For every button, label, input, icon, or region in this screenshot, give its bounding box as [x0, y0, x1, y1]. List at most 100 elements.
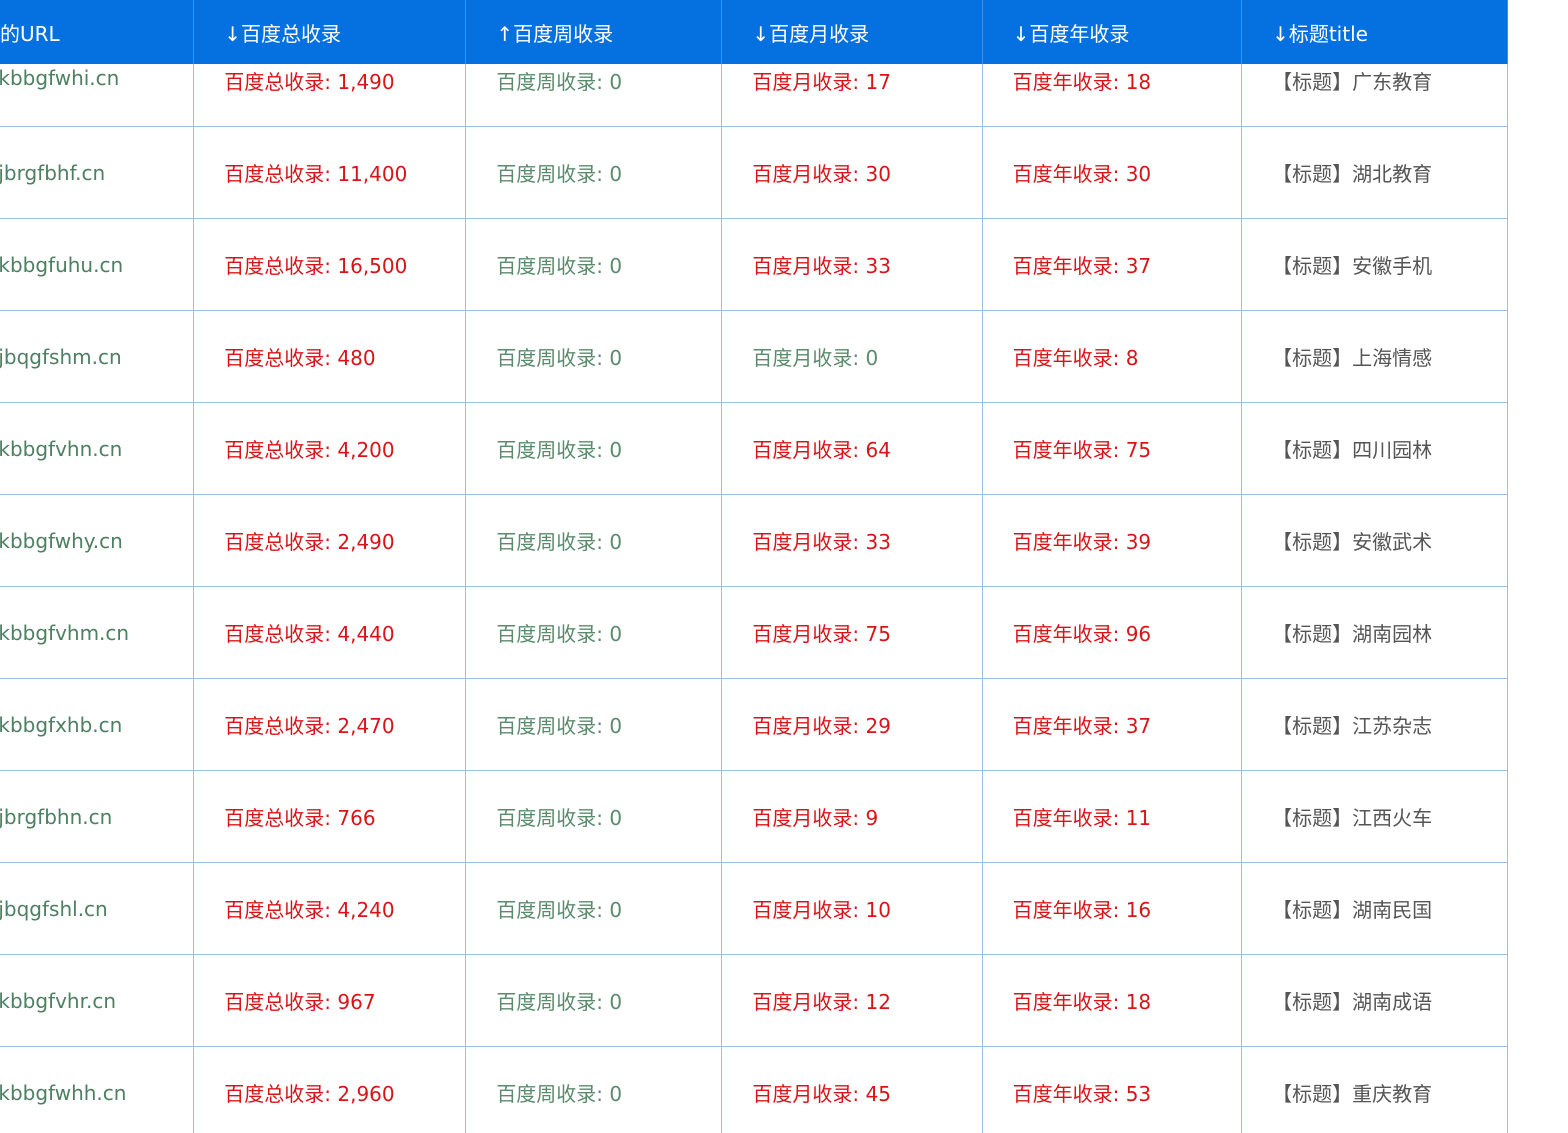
title-cell: 【标题】湖南民国 — [1241, 862, 1508, 955]
sort-header-month-index[interactable]: ↓百度月收录 — [721, 0, 983, 64]
week-index-cell: 百度周收录: 0 — [465, 126, 723, 219]
url-cell[interactable]: .jbrgfbhn.cn — [0, 770, 195, 863]
title-cell: 【标题】四川园林 — [1241, 402, 1508, 495]
week-index-cell-text: 百度周收录: 0 — [496, 806, 623, 830]
url-cell-text[interactable]: .kbbgfwhy.cn — [0, 529, 123, 553]
sort-header-title[interactable]: ↓标题title — [1241, 0, 1508, 64]
url-cell[interactable]: .kbbgfvhr.cn — [0, 954, 195, 1047]
month-index-cell: 百度月收录: 0 — [721, 310, 983, 403]
week-index-cell-text: 百度周收录: 0 — [496, 990, 623, 1014]
results-table: 的URL ↓百度总收录 ↑百度周收录 ↓百度月收录 ↓百度年收录 ↓标题titl… — [0, 0, 1508, 1133]
year-index-cell-text: 百度年收录: 30 — [1012, 162, 1152, 186]
week-index-cell-text: 百度周收录: 0 — [496, 622, 623, 646]
url-cell[interactable]: .kbbgfxhb.cn — [0, 678, 195, 771]
url-cell-text[interactable]: .jbqgfshm.cn — [0, 345, 122, 369]
title-cell: 【标题】江西火车 — [1241, 770, 1508, 863]
title-cell-text: 【标题】安徽手机 — [1272, 254, 1433, 278]
total-index-cell-text: 百度总收录: 967 — [224, 990, 376, 1014]
total-index-cell: 百度总收录: 766 — [193, 770, 467, 863]
week-index-cell: 百度周收录: 0 — [465, 954, 723, 1047]
url-cell[interactable]: .kbbgfwhi.cn — [0, 64, 195, 127]
month-index-cell: 百度月收录: 45 — [721, 1046, 983, 1133]
week-index-cell-text: 百度周收录: 0 — [496, 530, 623, 554]
sort-header-year-index[interactable]: ↓百度年收录 — [982, 0, 1243, 64]
total-index-cell: 百度总收录: 480 — [193, 310, 467, 403]
week-index-cell: 百度周收录: 0 — [465, 494, 723, 587]
year-index-cell: 百度年收录: 8 — [982, 310, 1243, 403]
url-cell[interactable]: .jbrgfbhf.cn — [0, 126, 195, 219]
title-cell-text: 【标题】安徽武术 — [1272, 530, 1433, 554]
year-index-cell-text: 百度年收录: 37 — [1012, 254, 1152, 278]
title-cell-text: 【标题】湖北教育 — [1272, 162, 1433, 186]
total-index-cell: 百度总收录: 2,490 — [193, 494, 467, 587]
url-cell-text[interactable]: .kbbgfxhb.cn — [0, 713, 122, 737]
sort-header-total-index[interactable]: ↓百度总收录 — [193, 0, 467, 64]
year-index-cell-text: 百度年收录: 18 — [1012, 990, 1152, 1014]
year-index-cell: 百度年收录: 37 — [982, 678, 1243, 771]
week-index-cell: 百度周收录: 0 — [465, 1046, 723, 1133]
url-cell-text[interactable]: .kbbgfvhm.cn — [0, 621, 129, 645]
month-index-cell: 百度月收录: 29 — [721, 678, 983, 771]
url-cell[interactable]: .kbbgfvhn.cn — [0, 402, 195, 495]
url-cell-text[interactable]: .jbrgfbhn.cn — [0, 805, 112, 829]
table-row: .jbqgfshm.cn 百度总收录: 480 百度周收录: 0 百度月收录: 0 百度… — [0, 310, 1508, 403]
week-index-cell: 百度周收录: 0 — [465, 862, 723, 955]
sort-header-week-index[interactable]: ↑百度周收录 — [465, 0, 723, 64]
year-index-cell: 百度年收录: 30 — [982, 126, 1243, 219]
table-row: .kbbgfvhr.cn 百度总收录: 967 百度周收录: 0 百度月收录: 12 百… — [0, 954, 1508, 1047]
title-cell: 【标题】湖南园林 — [1241, 586, 1508, 679]
week-index-cell-text: 百度周收录: 0 — [496, 346, 623, 370]
title-cell: 【标题】重庆教育 — [1241, 1046, 1508, 1133]
url-cell[interactable]: .kbbgfwhy.cn — [0, 494, 195, 587]
title-cell-text: 【标题】湖南民国 — [1272, 898, 1433, 922]
month-index-cell-text: 百度月收录: 64 — [752, 438, 891, 462]
total-index-cell: 百度总收录: 967 — [193, 954, 467, 1047]
url-cell-text[interactable]: .jbqgfshl.cn — [0, 897, 108, 921]
url-cell[interactable]: .kbbgfwhh.cn — [0, 1046, 195, 1133]
url-cell-text[interactable]: .kbbgfuhu.cn — [0, 253, 123, 277]
month-index-cell-text: 百度月收录: 33 — [752, 254, 891, 278]
month-index-cell-text: 百度月收录: 17 — [752, 70, 891, 94]
week-index-cell-text: 百度周收录: 0 — [496, 438, 623, 462]
year-index-cell: 百度年收录: 11 — [982, 770, 1243, 863]
year-index-cell: 百度年收录: 18 — [982, 954, 1243, 1047]
year-index-cell-text: 百度年收录: 37 — [1012, 714, 1152, 738]
title-cell-text: 【标题】重庆教育 — [1272, 1082, 1433, 1106]
url-cell-text[interactable]: .kbbgfwhh.cn — [0, 1081, 126, 1105]
total-index-cell-text: 百度总收录: 16,500 — [224, 254, 408, 278]
year-index-cell: 百度年收录: 39 — [982, 494, 1243, 587]
year-index-cell-text: 百度年收录: 8 — [1012, 346, 1139, 370]
month-index-cell-text: 百度月收录: 9 — [752, 806, 879, 830]
year-index-cell-text: 百度年收录: 96 — [1012, 622, 1152, 646]
total-index-cell-text: 百度总收录: 2,960 — [224, 1082, 395, 1106]
week-index-cell: 百度周收录: 0 — [465, 678, 723, 771]
total-index-cell-text: 百度总收录: 4,440 — [224, 622, 395, 646]
url-cell-text[interactable]: .kbbgfvhr.cn — [0, 989, 116, 1013]
table-row: .kbbgfuhu.cn 百度总收录: 16,500 百度周收录: 0 百度月收录: … — [0, 218, 1508, 311]
title-cell-text: 【标题】江苏杂志 — [1272, 714, 1433, 738]
table-body: .kbbgfwhi.cn 百度总收录: 1,490 百度周收录: 0 百度月收录: 1… — [0, 64, 1508, 1133]
total-index-cell-text: 百度总收录: 480 — [224, 346, 376, 370]
url-cell[interactable]: .kbbgfvhm.cn — [0, 586, 195, 679]
url-cell[interactable]: .jbqgfshm.cn — [0, 310, 195, 403]
week-index-cell: 百度周收录: 0 — [465, 64, 723, 127]
total-index-cell: 百度总收录: 16,500 — [193, 218, 467, 311]
week-index-cell-text: 百度周收录: 0 — [496, 162, 623, 186]
table-row: .kbbgfwhi.cn 百度总收录: 1,490 百度周收录: 0 百度月收录: 1… — [0, 64, 1508, 127]
results-table-viewport: 的URL ↓百度总收录 ↑百度周收录 ↓百度月收录 ↓百度年收录 ↓标题titl… — [0, 0, 1568, 1133]
month-index-cell: 百度月收录: 9 — [721, 770, 983, 863]
url-cell-text[interactable]: .jbrgfbhf.cn — [0, 161, 105, 185]
month-index-cell: 百度月收录: 30 — [721, 126, 983, 219]
url-cell-text[interactable]: .kbbgfvhn.cn — [0, 437, 122, 461]
week-index-cell-text: 百度周收录: 0 — [496, 254, 623, 278]
table-row: .kbbgfvhn.cn 百度总收录: 4,200 百度周收录: 0 百度月收录: 6… — [0, 402, 1508, 495]
week-index-cell: 百度周收录: 0 — [465, 218, 723, 311]
url-cell-text[interactable]: .kbbgfwhi.cn — [0, 66, 119, 90]
url-cell[interactable]: .jbqgfshl.cn — [0, 862, 195, 955]
year-index-cell-text: 百度年收录: 18 — [1012, 70, 1152, 94]
year-index-cell: 百度年收录: 16 — [982, 862, 1243, 955]
month-index-cell: 百度月收录: 12 — [721, 954, 983, 1047]
url-cell[interactable]: .kbbgfuhu.cn — [0, 218, 195, 311]
total-index-cell: 百度总收录: 1,490 — [193, 64, 467, 127]
month-index-cell: 百度月收录: 17 — [721, 64, 983, 127]
